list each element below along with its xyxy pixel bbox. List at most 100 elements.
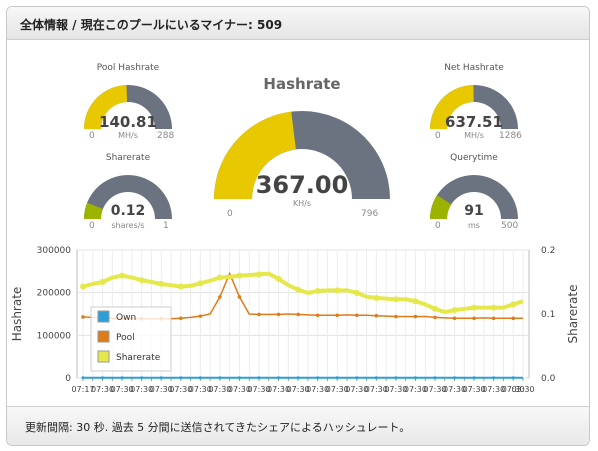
- gauge-max: 288: [157, 131, 175, 141]
- panel-title: 全体情報 / 現在このプールにいるマイナー: 509: [20, 18, 283, 32]
- gauge-value: 0.12: [110, 203, 146, 219]
- data-point-sharerate: [256, 271, 262, 278]
- data-point-own: [179, 376, 183, 380]
- data-point-pool: [198, 314, 203, 318]
- data-point-pool: [237, 295, 242, 299]
- data-point-pool: [335, 313, 340, 318]
- gauge-value: 367.00: [255, 171, 349, 199]
- data-point-own: [413, 376, 417, 380]
- y-tick-label: 0: [65, 374, 71, 384]
- data-point-pool: [296, 312, 300, 317]
- y2-tick-label: 0.1: [541, 310, 555, 320]
- y-tick-label: 100000: [37, 331, 72, 341]
- y-tick-label: 200000: [37, 289, 72, 299]
- data-point-sharerate: [353, 289, 360, 296]
- hashrate-history-chart: 01000002000003000000.00.10.207:1707:3007…: [10, 246, 580, 394]
- gauge-max: 1286: [499, 131, 522, 141]
- data-point-pool: [81, 315, 85, 319]
- data-point-pool: [433, 315, 437, 320]
- gauge-min: 0: [89, 131, 95, 141]
- data-point-sharerate: [373, 295, 380, 301]
- hashrate-gauge: Hashrate 367.00 KH/s 0 796: [207, 71, 397, 231]
- querytime-gauge: Querytime 91 ms 0 500: [425, 151, 523, 235]
- y2-tick-label: 0.0: [541, 374, 556, 384]
- data-point-sharerate: [412, 298, 419, 305]
- gauge-min: 0: [89, 221, 95, 231]
- data-point-own: [433, 376, 437, 380]
- data-point-own: [511, 376, 515, 380]
- data-point-own: [257, 376, 261, 380]
- y2-tick-label: 0.2: [541, 246, 555, 256]
- data-point-own: [159, 376, 163, 380]
- data-point-sharerate: [138, 277, 145, 284]
- data-point-sharerate: [451, 307, 458, 314]
- data-point-sharerate: [216, 274, 223, 281]
- gauge-min: 0: [227, 209, 233, 219]
- pool-info-panel: 全体情報 / 現在このプールにいるマイナー: 509 Pool Hashrate…: [6, 6, 590, 446]
- data-point-own: [101, 376, 105, 380]
- data-point-own: [355, 376, 359, 380]
- legend-label: Sharerate: [116, 353, 161, 363]
- data-point-sharerate: [295, 286, 302, 293]
- panel-footer: 更新間隔: 30 秒. 過去 5 分間に送信されてきたシェアによるハッシュレート…: [7, 406, 589, 445]
- gauge-value: 637.51: [445, 113, 503, 131]
- data-point-own: [316, 376, 320, 380]
- data-point-pool: [315, 313, 320, 318]
- data-point-sharerate: [471, 304, 478, 311]
- data-point-sharerate: [158, 280, 165, 287]
- data-point-sharerate: [392, 296, 399, 303]
- gauge-min: 0: [435, 131, 441, 141]
- legend-swatch: [97, 350, 110, 363]
- data-point-pool: [374, 313, 379, 318]
- x-tick-label: 03:30: [511, 385, 534, 394]
- data-point-sharerate: [432, 305, 438, 312]
- data-point-pool: [178, 316, 183, 321]
- legend-swatch: [97, 310, 110, 323]
- data-point-own: [472, 376, 476, 380]
- data-point-sharerate: [119, 272, 126, 279]
- data-point-pool: [472, 316, 476, 321]
- data-point-pool: [276, 312, 281, 317]
- data-point-sharerate: [99, 279, 106, 285]
- data-point-sharerate: [314, 287, 321, 294]
- data-point-pool: [354, 313, 359, 318]
- data-point-own: [296, 376, 300, 380]
- data-point-own: [492, 376, 496, 380]
- gauge-max: 500: [501, 221, 519, 231]
- data-point-sharerate: [490, 304, 497, 311]
- gauge-max: 796: [361, 209, 379, 219]
- data-point-own: [335, 376, 339, 380]
- panel-header: 全体情報 / 現在このプールにいるマイナー: 509: [7, 7, 589, 40]
- data-point-own: [140, 376, 144, 380]
- legend-swatch: [97, 330, 110, 343]
- data-point-own: [120, 376, 124, 380]
- data-point-sharerate: [236, 272, 243, 279]
- sharerate-gauge: Sharerate 0.12 shares/s 0 1: [79, 151, 177, 235]
- data-point-own: [237, 376, 241, 380]
- data-point-pool: [394, 314, 398, 319]
- y-axis-label: Hashrate: [10, 287, 24, 342]
- data-point-own: [198, 376, 202, 380]
- data-point-sharerate: [177, 283, 184, 290]
- data-point-own: [374, 376, 378, 380]
- data-point-sharerate: [275, 275, 282, 282]
- data-point-own: [81, 376, 85, 380]
- data-point-pool: [413, 314, 418, 319]
- gauge-max: 1: [163, 221, 169, 231]
- data-point-sharerate: [80, 283, 86, 290]
- gauge-value: 91: [464, 203, 484, 219]
- gauge-min: 0: [435, 221, 441, 231]
- update-interval-text: 更新間隔: 30 秒. 過去 5 分間に送信されてきたシェアによるハッシュレート…: [25, 421, 411, 434]
- y-tick-label: 300000: [37, 246, 72, 256]
- gauge-unit: KH/s: [292, 199, 312, 208]
- legend-label: Pool: [116, 333, 135, 343]
- data-point-pool: [491, 316, 496, 321]
- data-point-sharerate: [197, 280, 204, 287]
- data-point-pool: [511, 316, 516, 321]
- data-point-own: [277, 376, 281, 380]
- net-hashrate-gauge: Net Hashrate 637.51 MH/s 0 1286: [425, 61, 523, 145]
- data-point-own: [394, 376, 398, 380]
- data-point-pool: [218, 295, 222, 299]
- data-point-pool: [452, 316, 457, 321]
- data-point-pool: [257, 312, 261, 317]
